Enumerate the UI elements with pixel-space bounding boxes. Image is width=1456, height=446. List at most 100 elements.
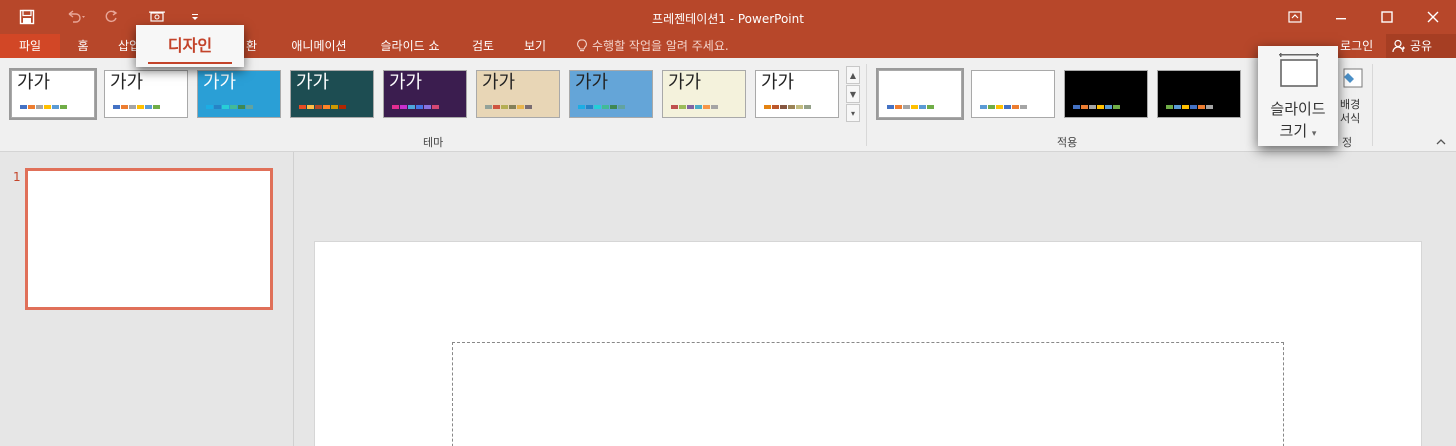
color-swatch bbox=[919, 105, 926, 109]
color-swatch bbox=[703, 105, 710, 109]
variant-color-swatches bbox=[980, 105, 1027, 109]
tab-home[interactable]: 홈 bbox=[70, 34, 96, 58]
color-swatch bbox=[238, 105, 245, 109]
color-swatch bbox=[129, 105, 136, 109]
theme-thumbnail[interactable]: 가가 bbox=[9, 68, 97, 120]
close-button[interactable] bbox=[1410, 0, 1456, 34]
theme-thumbnail[interactable]: 가가 bbox=[476, 70, 560, 118]
color-swatch bbox=[796, 105, 803, 109]
color-swatch bbox=[687, 105, 694, 109]
color-swatch bbox=[517, 105, 524, 109]
format-background-label-2: 서식 bbox=[1340, 112, 1361, 125]
theme-thumbnail[interactable]: 가가 bbox=[197, 70, 281, 118]
color-swatch bbox=[1081, 105, 1088, 109]
tab-animations[interactable]: 애니메이션 bbox=[286, 34, 352, 58]
color-swatch bbox=[137, 105, 144, 109]
variant-color-swatches bbox=[1166, 105, 1213, 109]
tab-design[interactable]: 디자인 bbox=[136, 32, 244, 56]
variants-group-label: 적용 bbox=[1057, 136, 1078, 149]
gallery-more-button[interactable]: ▾ bbox=[846, 104, 860, 122]
color-swatch bbox=[339, 105, 346, 109]
theme-thumbnail[interactable]: 가가 bbox=[755, 70, 839, 118]
gallery-up-button[interactable]: ▲ bbox=[846, 66, 860, 84]
gallery-down-button[interactable]: ▼ bbox=[846, 85, 860, 103]
color-swatch bbox=[153, 105, 160, 109]
color-swatch bbox=[679, 105, 686, 109]
variant-thumbnail[interactable] bbox=[876, 68, 964, 120]
slide-size-button[interactable]: 슬라이드 크기 ▾ bbox=[1258, 46, 1338, 146]
theme-thumbnail[interactable]: 가가 bbox=[104, 70, 188, 118]
minimize-icon bbox=[1336, 18, 1346, 20]
color-swatch bbox=[206, 105, 213, 109]
redo-button[interactable] bbox=[94, 0, 128, 34]
color-swatch bbox=[36, 105, 43, 109]
variant-thumbnail[interactable] bbox=[1064, 70, 1148, 118]
color-swatch bbox=[711, 105, 718, 109]
theme-color-swatches bbox=[485, 105, 532, 109]
theme-color-swatches bbox=[113, 105, 160, 109]
color-swatch bbox=[1073, 105, 1080, 109]
tell-me-search[interactable]: 수행할 작업을 알려 주세요. bbox=[576, 34, 729, 58]
color-swatch bbox=[671, 105, 678, 109]
slide-size-label-1: 슬라이드 bbox=[1270, 100, 1326, 118]
group-separator bbox=[866, 64, 867, 146]
color-swatch bbox=[52, 105, 59, 109]
share-label: 공유 bbox=[1410, 39, 1433, 53]
format-background-button[interactable]: 배경 서식 bbox=[1340, 64, 1366, 128]
color-swatch bbox=[20, 105, 27, 109]
color-swatch bbox=[1206, 105, 1213, 109]
color-swatch bbox=[121, 105, 128, 109]
slide-size-icon bbox=[1279, 53, 1319, 87]
theme-thumbnail[interactable]: 가가 bbox=[383, 70, 467, 118]
color-swatch bbox=[1174, 105, 1181, 109]
color-swatch bbox=[764, 105, 771, 109]
variant-color-swatches bbox=[1073, 105, 1120, 109]
save-button[interactable] bbox=[10, 0, 44, 34]
color-swatch bbox=[618, 105, 625, 109]
tab-view[interactable]: 보기 bbox=[520, 34, 550, 58]
tab-file[interactable]: 파일 bbox=[0, 34, 60, 58]
color-swatch bbox=[578, 105, 585, 109]
collapse-ribbon-button[interactable] bbox=[1436, 136, 1446, 149]
color-swatch bbox=[416, 105, 423, 109]
color-swatch bbox=[887, 105, 894, 109]
tab-transitions[interactable]: 환 bbox=[246, 34, 262, 58]
color-swatch bbox=[980, 105, 987, 109]
color-swatch bbox=[602, 105, 609, 109]
title-placeholder[interactable] bbox=[452, 342, 1284, 446]
customize-group-label: 정 bbox=[1342, 136, 1353, 149]
tab-slideshow[interactable]: 슬라이드 쇼 bbox=[374, 34, 446, 58]
undo-button[interactable] bbox=[60, 0, 94, 34]
color-swatch bbox=[1198, 105, 1205, 109]
share-button[interactable]: 공유 bbox=[1386, 34, 1456, 58]
tab-design-zoom-callout[interactable]: 디자인 bbox=[136, 25, 244, 67]
color-swatch bbox=[1089, 105, 1096, 109]
color-swatch bbox=[772, 105, 779, 109]
variant-thumbnail[interactable] bbox=[1157, 70, 1241, 118]
maximize-button[interactable] bbox=[1364, 0, 1410, 34]
color-swatch bbox=[927, 105, 934, 109]
theme-thumbnail[interactable]: 가가 bbox=[569, 70, 653, 118]
theme-sample-text: 가가 bbox=[17, 72, 51, 93]
lightbulb-icon bbox=[577, 39, 587, 52]
sign-in-link[interactable]: 로그인 bbox=[1340, 34, 1373, 58]
color-swatch bbox=[610, 105, 617, 109]
color-swatch bbox=[1012, 105, 1019, 109]
color-swatch bbox=[804, 105, 811, 109]
slide-thumbnail-1[interactable] bbox=[25, 168, 273, 310]
theme-thumbnail[interactable]: 가가 bbox=[662, 70, 746, 118]
minimize-button[interactable] bbox=[1318, 0, 1364, 34]
color-swatch bbox=[307, 105, 314, 109]
color-swatch bbox=[60, 105, 67, 109]
theme-thumbnail[interactable]: 가가 bbox=[290, 70, 374, 118]
theme-color-swatches bbox=[299, 105, 346, 109]
tab-review[interactable]: 검토 bbox=[468, 34, 498, 58]
color-swatch bbox=[323, 105, 330, 109]
color-swatch bbox=[1105, 105, 1112, 109]
ribbon-display-options-button[interactable] bbox=[1272, 0, 1318, 34]
color-swatch bbox=[44, 105, 51, 109]
theme-color-swatches bbox=[671, 105, 718, 109]
theme-sample-text: 가가 bbox=[668, 72, 702, 93]
variant-thumbnail[interactable] bbox=[971, 70, 1055, 118]
theme-color-swatches bbox=[206, 105, 253, 109]
